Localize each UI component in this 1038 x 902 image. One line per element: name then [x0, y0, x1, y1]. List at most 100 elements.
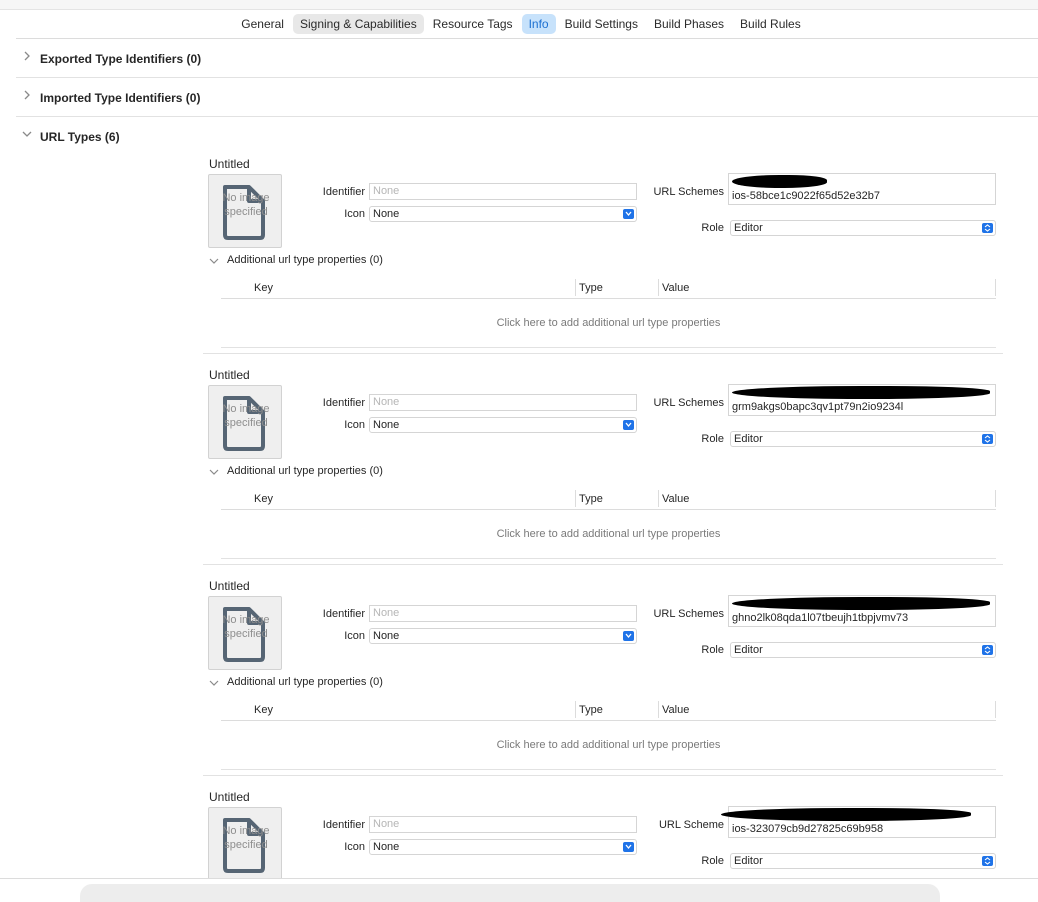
no-image-text: No image specified — [222, 825, 270, 851]
popup-arrows-icon — [982, 434, 993, 444]
properties-table-header: Key Type Value — [221, 700, 996, 721]
chevron-down-icon[interactable] — [22, 129, 32, 139]
identifier-label: Identifier — [322, 608, 365, 620]
url-type-title: Untitled — [209, 157, 250, 171]
url-schemes-label: URL Schemes — [653, 397, 724, 409]
url-scheme-value: ios-58bce1c9022f65d52e32b7 — [732, 190, 881, 202]
url-type-entry: Untitled No image specified Identifier N… — [203, 786, 1003, 878]
icon-popup[interactable]: None — [369, 417, 637, 433]
column-key[interactable]: Key — [254, 493, 273, 505]
section-imported-type-identifiers[interactable]: Imported Type Identifiers (0) — [16, 78, 1038, 117]
section-title: URL Types (6) — [40, 130, 120, 144]
identifier-input[interactable]: None — [369, 394, 637, 411]
column-value[interactable]: Value — [662, 282, 689, 294]
chevron-right-icon[interactable] — [22, 51, 32, 61]
redaction-mark — [732, 175, 827, 188]
url-schemes-label: URL Schemes — [653, 608, 724, 620]
column-value[interactable]: Value — [662, 493, 689, 505]
entry-separator — [203, 353, 1003, 354]
chevron-right-icon[interactable] — [22, 90, 32, 100]
role-popup[interactable]: Editor — [730, 220, 996, 236]
additional-properties-label: Additional url type properties (0) — [227, 254, 383, 266]
column-type[interactable]: Type — [579, 493, 603, 505]
column-key[interactable]: Key — [254, 704, 273, 716]
table-bottom-divider — [221, 558, 996, 559]
tab-info[interactable]: Info — [521, 14, 556, 34]
window-top-bar — [0, 0, 1038, 10]
redaction-mark — [732, 386, 990, 399]
identifier-label: Identifier — [322, 819, 365, 831]
url-schemes-field[interactable]: ios-58bce1c9022f65d52e32b7 — [728, 173, 996, 205]
role-popup[interactable]: Editor — [730, 853, 996, 869]
column-separator — [575, 701, 576, 718]
bottom-overlay — [80, 884, 940, 902]
icon-label: Icon — [344, 841, 365, 853]
popup-arrows-icon — [623, 209, 634, 219]
add-properties-placeholder[interactable]: Click here to add additional url type pr… — [221, 528, 996, 540]
url-schemes-label: URL Scheme — [658, 819, 724, 831]
url-scheme-value: grm9akgs0bapc3qv1pt79n2io9234l — [732, 401, 904, 413]
url-type-title: Untitled — [209, 579, 250, 593]
role-label: Role — [701, 222, 724, 234]
icon-popup-value: None — [373, 419, 400, 431]
column-type[interactable]: Type — [579, 282, 603, 294]
identifier-input[interactable]: None — [369, 183, 637, 200]
tab-build-rules[interactable]: Build Rules — [733, 14, 808, 34]
add-properties-placeholder[interactable]: Click here to add additional url type pr… — [221, 739, 996, 751]
identifier-label: Identifier — [322, 397, 365, 409]
role-popup-value: Editor — [734, 222, 763, 234]
section-exported-type-identifiers[interactable]: Exported Type Identifiers (0) — [16, 39, 1038, 78]
role-label: Role — [701, 433, 724, 445]
icon-popup[interactable]: None — [369, 206, 637, 222]
section-title: Imported Type Identifiers (0) — [40, 91, 201, 105]
properties-table-header: Key Type Value — [221, 278, 996, 299]
tab-build-settings[interactable]: Build Settings — [558, 14, 645, 34]
section-url-types[interactable]: URL Types (6) — [16, 117, 1038, 156]
role-popup[interactable]: Editor — [730, 642, 996, 658]
role-popup-value: Editor — [734, 433, 763, 445]
popup-arrows-icon — [623, 842, 634, 852]
image-well[interactable]: No image specified — [208, 807, 282, 878]
column-separator — [995, 701, 996, 718]
redaction-mark — [721, 808, 971, 821]
table-bottom-divider — [221, 347, 996, 348]
section-title: Exported Type Identifiers (0) — [40, 52, 202, 66]
image-well[interactable]: No image specified — [208, 385, 282, 459]
url-type-title: Untitled — [209, 790, 250, 804]
icon-popup[interactable]: None — [369, 839, 637, 855]
tab-general[interactable]: General — [234, 14, 291, 34]
column-value[interactable]: Value — [662, 704, 689, 716]
url-schemes-field[interactable]: ghno2lk08qda1l07tbeujh1tbpjvmv73 — [728, 595, 996, 627]
role-popup[interactable]: Editor — [730, 431, 996, 447]
url-type-entry: Untitled No image specified Identifier N… — [203, 153, 1003, 364]
popup-arrows-icon — [982, 856, 993, 866]
properties-table-header: Key Type Value — [221, 489, 996, 510]
chevron-down-icon[interactable] — [209, 467, 219, 477]
column-type[interactable]: Type — [579, 704, 603, 716]
tab-resource-tags[interactable]: Resource Tags — [426, 14, 520, 34]
role-label: Role — [701, 644, 724, 656]
no-image-text: No image specified — [222, 192, 270, 218]
url-scheme-value: ios-323079cb9d27825c69b958 — [732, 823, 884, 835]
column-key[interactable]: Key — [254, 282, 273, 294]
chevron-down-icon[interactable] — [209, 678, 219, 688]
identifier-input[interactable]: None — [369, 816, 637, 833]
entry-separator — [203, 564, 1003, 565]
additional-properties-label: Additional url type properties (0) — [227, 465, 383, 477]
url-schemes-field[interactable]: grm9akgs0bapc3qv1pt79n2io9234l — [728, 384, 996, 416]
additional-properties-label: Additional url type properties (0) — [227, 676, 383, 688]
tab-build-phases[interactable]: Build Phases — [647, 14, 731, 34]
image-well[interactable]: No image specified — [208, 596, 282, 670]
tab-signing-capabilities[interactable]: Signing & Capabilities — [292, 14, 424, 34]
icon-popup[interactable]: None — [369, 628, 637, 644]
role-label: Role — [701, 855, 724, 867]
url-schemes-field[interactable]: ios-323079cb9d27825c69b958 — [721, 806, 996, 838]
add-properties-placeholder[interactable]: Click here to add additional url type pr… — [221, 317, 996, 329]
identifier-input[interactable]: None — [369, 605, 637, 622]
entry-separator — [203, 775, 1003, 776]
popup-arrows-icon — [623, 420, 634, 430]
chevron-down-icon[interactable] — [209, 256, 219, 266]
url-type-title: Untitled — [209, 368, 250, 382]
editor-tab-bar: General Signing & Capabilities Resource … — [0, 12, 1038, 36]
image-well[interactable]: No image specified — [208, 174, 282, 248]
